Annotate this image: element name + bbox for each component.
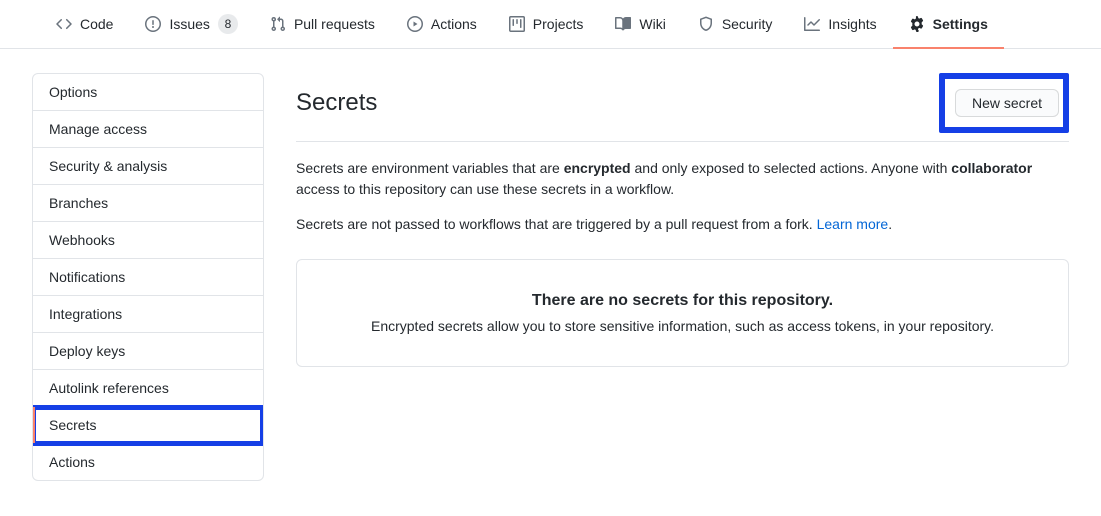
settings-sidebar: Options Manage access Security & analysi… xyxy=(32,73,264,481)
sidebar-item-security-analysis[interactable]: Security & analysis xyxy=(33,148,263,185)
tab-pull-requests[interactable]: Pull requests xyxy=(254,1,391,49)
new-secret-button[interactable]: New secret xyxy=(955,89,1059,117)
sidebar-item-autolink-references[interactable]: Autolink references xyxy=(33,370,263,407)
code-icon xyxy=(56,16,72,32)
tab-label: Wiki xyxy=(639,16,665,32)
sidebar-item-webhooks[interactable]: Webhooks xyxy=(33,222,263,259)
issues-count: 8 xyxy=(218,14,238,34)
tab-label: Code xyxy=(80,16,113,32)
tab-label: Issues xyxy=(169,16,209,32)
book-icon xyxy=(615,16,631,32)
sidebar-item-actions[interactable]: Actions xyxy=(33,444,263,480)
tab-label: Projects xyxy=(533,16,584,32)
repo-nav: Code Issues 8 Pull requests Actions Proj… xyxy=(0,0,1101,49)
graph-icon xyxy=(804,16,820,32)
tab-code[interactable]: Code xyxy=(40,1,129,49)
page-title: Secrets xyxy=(296,89,377,117)
tab-label: Security xyxy=(722,16,773,32)
tab-label: Actions xyxy=(431,16,477,32)
tab-security[interactable]: Security xyxy=(682,1,789,49)
tab-settings[interactable]: Settings xyxy=(893,1,1004,49)
page-container: Options Manage access Security & analysi… xyxy=(0,49,1101,505)
tab-insights[interactable]: Insights xyxy=(788,1,892,49)
settings-menu: Options Manage access Security & analysi… xyxy=(32,73,264,481)
tab-projects[interactable]: Projects xyxy=(493,1,600,49)
issue-icon xyxy=(145,16,161,32)
blankslate-title: There are no secrets for this repository… xyxy=(329,292,1036,310)
sidebar-item-manage-access[interactable]: Manage access xyxy=(33,111,263,148)
description-1: Secrets are environment variables that a… xyxy=(296,158,1069,200)
learn-more-link[interactable]: Learn more xyxy=(817,216,889,232)
sidebar-item-secrets[interactable]: Secrets xyxy=(33,407,263,444)
tab-label: Insights xyxy=(828,16,876,32)
sidebar-item-options[interactable]: Options xyxy=(33,74,263,111)
description-2: Secrets are not passed to workflows that… xyxy=(296,214,1069,235)
tab-label: Settings xyxy=(933,16,988,32)
play-icon xyxy=(407,16,423,32)
tab-issues[interactable]: Issues 8 xyxy=(129,1,253,49)
sidebar-item-deploy-keys[interactable]: Deploy keys xyxy=(33,333,263,370)
gear-icon xyxy=(909,16,925,32)
tab-wiki[interactable]: Wiki xyxy=(599,1,681,49)
shield-icon xyxy=(698,16,714,32)
sidebar-item-integrations[interactable]: Integrations xyxy=(33,296,263,333)
subhead: Secrets New secret xyxy=(296,73,1069,142)
blankslate: There are no secrets for this repository… xyxy=(296,259,1069,367)
highlight-annotation: New secret xyxy=(939,73,1069,133)
tab-actions[interactable]: Actions xyxy=(391,1,493,49)
sidebar-item-notifications[interactable]: Notifications xyxy=(33,259,263,296)
tab-label: Pull requests xyxy=(294,16,375,32)
main-content: Secrets New secret Secrets are environme… xyxy=(296,73,1069,481)
blankslate-text: Encrypted secrets allow you to store sen… xyxy=(329,318,1036,334)
project-icon xyxy=(509,16,525,32)
pull-request-icon xyxy=(270,16,286,32)
sidebar-item-branches[interactable]: Branches xyxy=(33,185,263,222)
